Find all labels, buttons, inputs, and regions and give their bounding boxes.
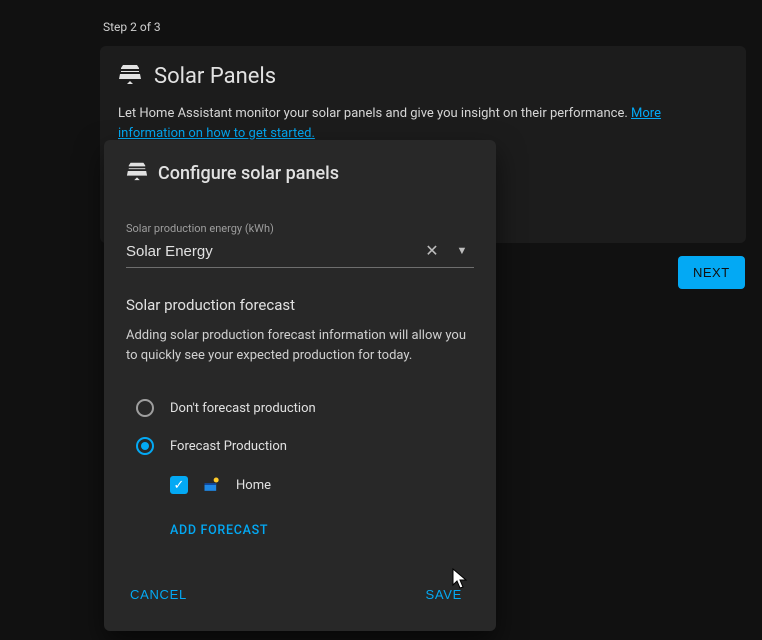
save-button[interactable]: SAVE	[421, 581, 466, 608]
forecast-section-title: Solar production forecast	[126, 296, 474, 314]
card-header: Solar Panels	[118, 62, 728, 90]
page-description-text: Let Home Assistant monitor your solar pa…	[118, 106, 631, 121]
cancel-button[interactable]: CANCEL	[126, 581, 191, 608]
forecast-section-description: Adding solar production forecast informa…	[126, 326, 474, 365]
solar-panel-icon	[118, 62, 142, 90]
radio-icon	[136, 399, 154, 417]
radio-label: Forecast Production	[170, 439, 287, 454]
add-forecast-button[interactable]: ADD FORECAST	[126, 505, 474, 546]
solar-energy-input[interactable]	[126, 243, 420, 260]
field-label: Solar production energy (kWh)	[126, 222, 474, 235]
forecast-entity-label: Home	[236, 478, 271, 493]
forecast-home-checkbox[interactable]: ✓	[170, 476, 188, 494]
clear-icon[interactable]: ✕	[420, 239, 444, 263]
radio-no-forecast[interactable]: Don't forecast production	[126, 389, 474, 427]
page-title: Solar Panels	[154, 64, 276, 89]
dialog-header: Configure solar panels	[126, 160, 474, 186]
radio-icon	[136, 437, 154, 455]
configure-solar-dialog: Configure solar panels Solar production …	[104, 140, 496, 631]
chevron-down-icon[interactable]: ▼	[450, 239, 474, 263]
radio-forecast[interactable]: Forecast Production	[126, 427, 474, 465]
next-button[interactable]: NEXT	[678, 256, 745, 289]
dialog-actions: CANCEL SAVE	[126, 576, 474, 613]
dialog-title: Configure solar panels	[158, 163, 339, 184]
radio-label: Don't forecast production	[170, 401, 316, 416]
weather-icon	[202, 475, 222, 495]
forecast-entity-row: ✓ Home	[126, 465, 474, 505]
page-description: Let Home Assistant monitor your solar pa…	[118, 104, 728, 143]
solar-energy-field[interactable]: ✕ ▼	[126, 239, 474, 268]
solar-panel-icon	[126, 160, 148, 186]
step-indicator: Step 2 of 3	[103, 20, 161, 34]
